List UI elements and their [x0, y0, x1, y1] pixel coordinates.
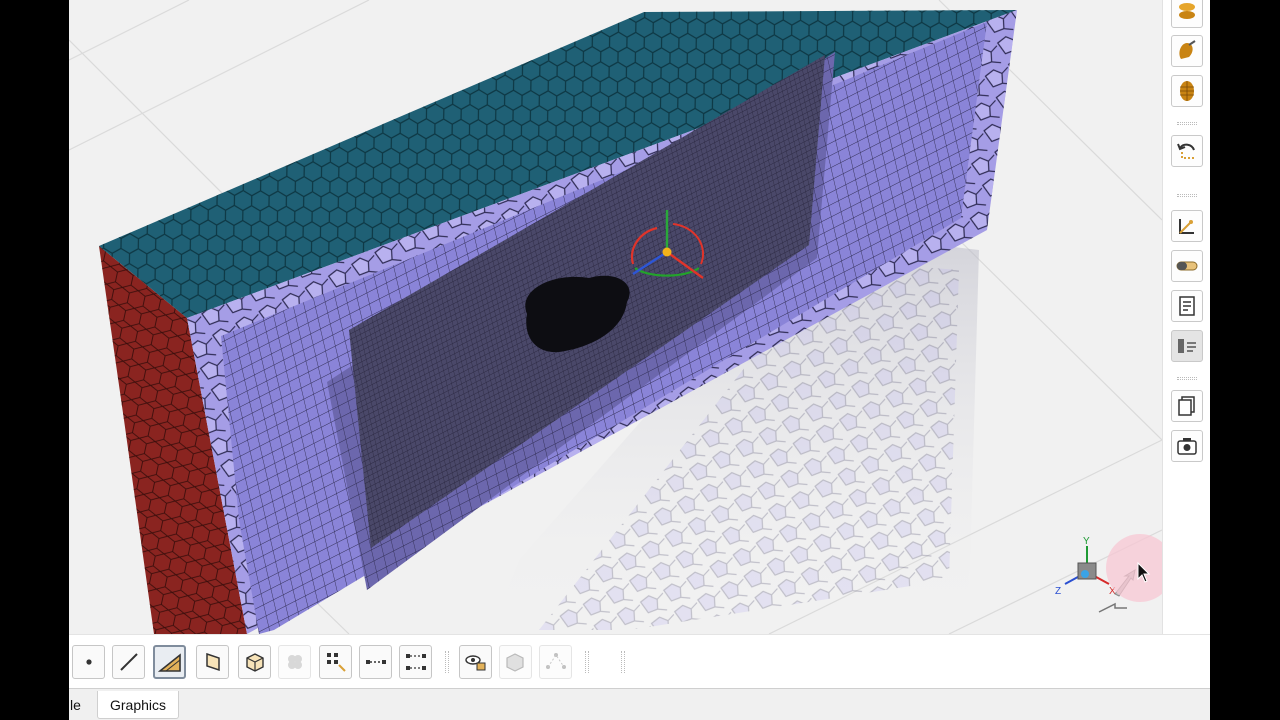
select-connected-icon[interactable]	[359, 645, 392, 679]
color-layers-icon[interactable]	[1171, 0, 1203, 28]
tab-partial[interactable]: le	[69, 691, 83, 719]
mouse-cursor-icon	[1137, 562, 1151, 583]
select-cells-icon[interactable]	[278, 645, 311, 679]
toolbar-grip	[621, 651, 625, 673]
select-point-icon[interactable]	[72, 645, 105, 679]
mesh-display-icon[interactable]	[1171, 75, 1203, 107]
view-selection-icon[interactable]	[459, 645, 492, 679]
select-edge-icon[interactable]	[112, 645, 145, 679]
draw-tilt-icon[interactable]	[1171, 35, 1203, 67]
ruler-icon[interactable]	[1171, 250, 1203, 282]
select-face-icon[interactable]	[153, 645, 186, 679]
application-window: Y X Z le Graphics	[0, 0, 1280, 720]
toolbar-separator	[1177, 122, 1197, 125]
select-hidden-icon[interactable]	[499, 645, 532, 679]
toolbar-separator	[1177, 194, 1197, 197]
select-nodes-icon[interactable]	[539, 645, 572, 679]
selection-toolbar	[69, 634, 1210, 688]
triad-axis-icon[interactable]	[1171, 210, 1203, 242]
graphics-viewport[interactable]: Y X Z	[69, 0, 1162, 634]
layout-icon[interactable]	[1171, 330, 1203, 362]
bottom-tab-bar: le Graphics	[69, 688, 1210, 720]
right-toolbar	[1162, 0, 1210, 690]
toolbar-grip	[585, 651, 589, 673]
toolbar-separator	[1177, 377, 1197, 380]
select-body-icon[interactable]	[238, 645, 271, 679]
svg-text:Z: Z	[1055, 586, 1061, 597]
select-body-face-icon[interactable]	[196, 645, 229, 679]
mesh-scene: Y X Z	[69, 0, 1162, 634]
undo-view-icon[interactable]	[1171, 135, 1203, 167]
svg-text:Y: Y	[1083, 536, 1090, 547]
screenshot-icon[interactable]	[1171, 430, 1203, 462]
copy-icon[interactable]	[1171, 390, 1203, 422]
box-select-icon[interactable]	[319, 645, 352, 679]
toolbar-grip	[445, 651, 449, 673]
tab-graphics[interactable]: Graphics	[97, 691, 180, 719]
report-icon[interactable]	[1171, 290, 1203, 322]
select-grow-icon[interactable]	[399, 645, 432, 679]
